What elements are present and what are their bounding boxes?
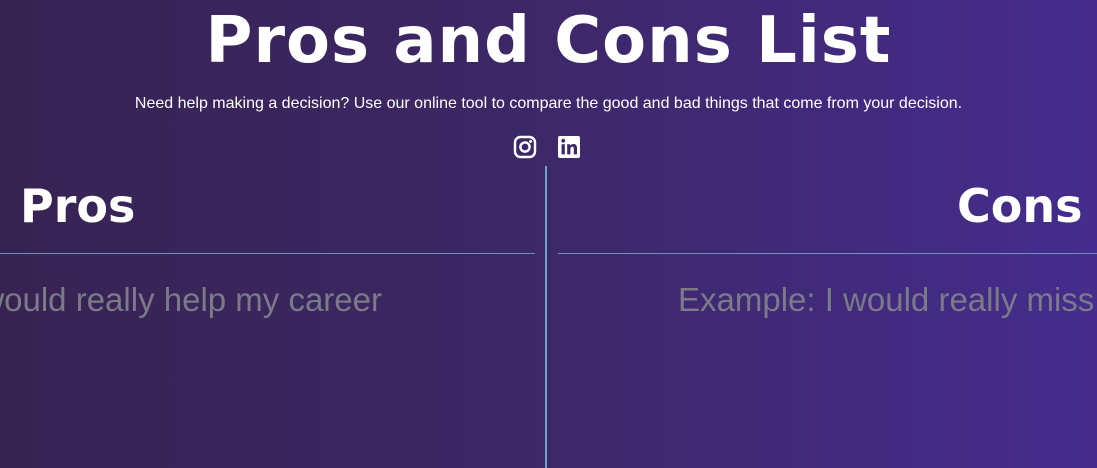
- linkedin-icon: [558, 136, 580, 158]
- tagline: Need help making a decision? Use our onl…: [134, 95, 963, 112]
- cons-input[interactable]: [678, 278, 1097, 322]
- cons-column: Cons: [558, 166, 1097, 468]
- page-title: Pros and Cons List: [205, 4, 892, 78]
- pros-input[interactable]: [0, 278, 382, 322]
- social-links: [513, 135, 581, 159]
- cons-heading: Cons: [957, 179, 1083, 233]
- instagram-icon: [513, 135, 537, 159]
- pros-heading-rule: [0, 253, 535, 254]
- linkedin-link[interactable]: [557, 135, 581, 159]
- instagram-link[interactable]: [513, 135, 537, 159]
- column-divider: [545, 166, 547, 468]
- pros-column: Pros: [0, 166, 535, 468]
- pros-heading: Pros: [20, 179, 136, 233]
- cons-heading-rule: [558, 253, 1097, 254]
